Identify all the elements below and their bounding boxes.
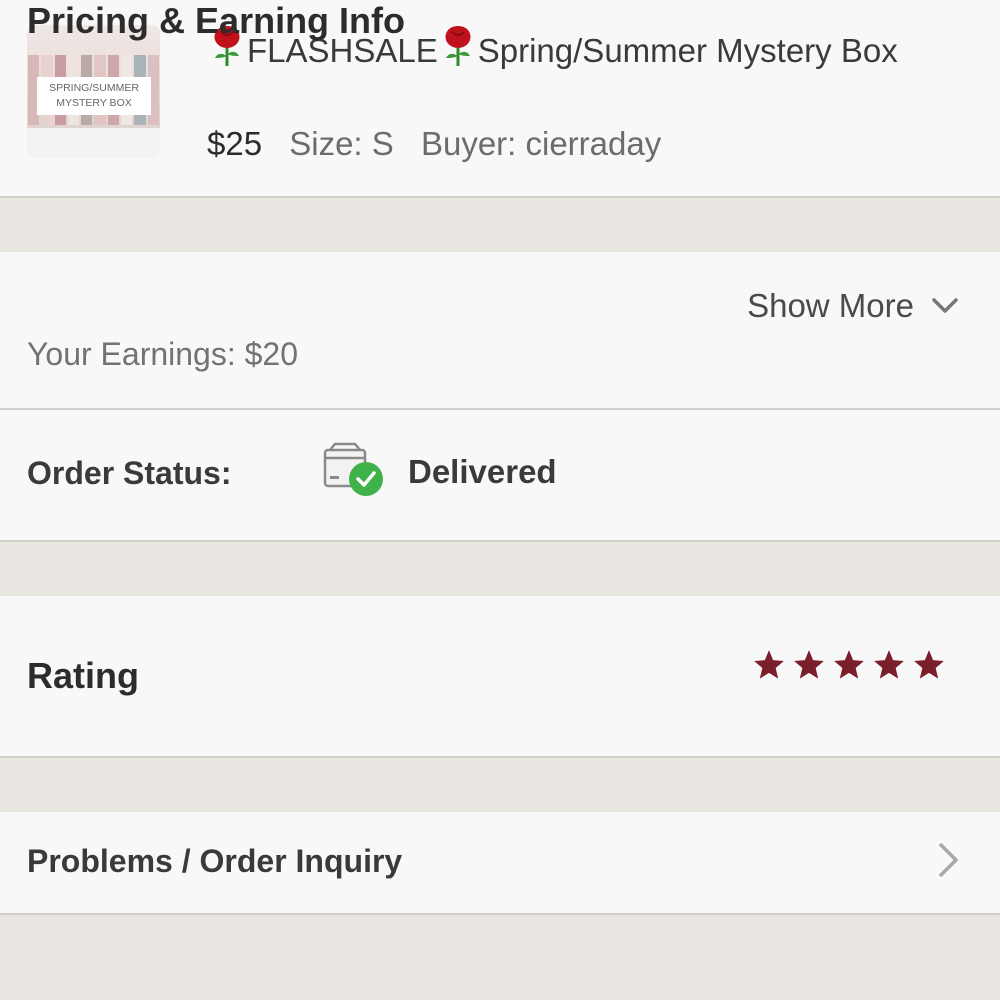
star-icon [754, 650, 784, 679]
star-icon [794, 650, 824, 679]
pricing-section [0, 252, 1000, 410]
listing-thumbnail[interactable]: SPRING/SUMMER MYSTERY BOX [27, 25, 160, 158]
rating-label: Rating [27, 655, 139, 696]
thumbnail-label-line1: SPRING/SUMMER [49, 82, 139, 94]
star-icon [874, 650, 904, 679]
title-text: Spring/Summer Mystery Box [477, 32, 898, 69]
chevron-down-icon [932, 298, 958, 313]
problems-order-inquiry-label[interactable]: Problems / Order Inquiry [27, 843, 402, 880]
pricing-title: Pricing & Earning Info [27, 0, 406, 41]
listing-price: $25 [207, 125, 263, 162]
listing-buyer: Buyer: cierraday [420, 125, 662, 162]
listing-meta: $25 Size: S Buyer: cierraday [207, 122, 679, 166]
rating-stars [746, 648, 946, 682]
show-more-label: Show More [747, 287, 914, 324]
chevron-right-icon[interactable] [938, 842, 960, 878]
thumbnail-shelf [27, 128, 160, 158]
show-more-button[interactable]: Show More [747, 287, 958, 325]
listing-size: Size: S [289, 125, 394, 162]
your-earnings: Your Earnings: $20 [27, 336, 299, 372]
rose-icon [445, 26, 471, 66]
delivered-box-icon [323, 442, 383, 496]
thumbnail-label-line2: MYSTERY BOX [56, 97, 132, 109]
star-icon [834, 650, 864, 679]
star-icon [914, 650, 944, 679]
order-status-value: Delivered [408, 453, 557, 490]
order-status-label: Order Status: [27, 455, 232, 491]
thumbnail-label: SPRING/SUMMER MYSTERY BOX [37, 77, 151, 115]
